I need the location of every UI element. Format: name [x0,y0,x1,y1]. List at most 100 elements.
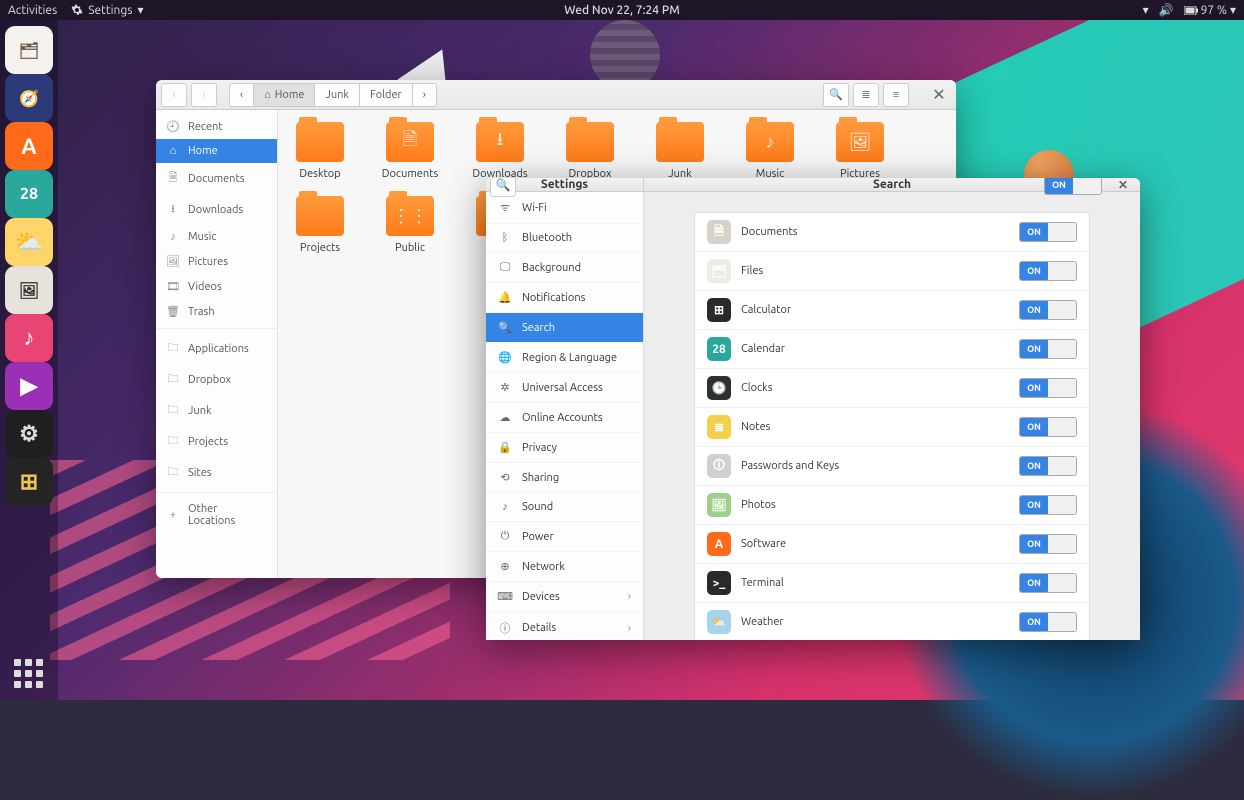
close-button[interactable]: ✕ [927,85,951,104]
dock-calendar[interactable]: 28 [5,170,53,218]
provider-toggle[interactable]: ON [1019,573,1077,593]
folder-junk[interactable]: Junk [650,122,710,180]
settings-nav-devices[interactable]: ⌨Devices› [486,582,643,612]
provider-toggle[interactable]: ON [1019,456,1077,476]
dock-music[interactable]: ♪ [5,314,53,362]
sidebar-item-label: Junk [188,405,212,417]
dock-photos[interactable]: 🖼 [5,266,53,314]
notifications-icon: 🔔 [498,291,512,304]
app-icon: 🛈 [707,454,731,478]
settings-nav-region-language[interactable]: 🌐Region & Language [486,343,643,373]
dock-files[interactable]: 🗂 [5,26,53,74]
clock[interactable]: Wed Nov 22, 7:24 PM [564,4,679,17]
dock-calculator[interactable]: ⊞ [5,458,53,506]
settings-nav-wi-fi[interactable]: ᯤWi-Fi [486,192,643,224]
provider-toggle[interactable]: ON [1019,612,1077,632]
settings-nav-background[interactable]: 🖵Background [486,253,643,283]
provider-toggle[interactable]: ON [1019,300,1077,320]
provider-toggle[interactable]: ON [1019,417,1077,437]
breadcrumb-forward[interactable]: › [413,84,436,106]
app-name-label: Weather [741,616,1009,628]
settings-nav-details[interactable]: ⓘDetails› [486,612,643,640]
folder-pictures[interactable]: 🖼Pictures [830,122,890,180]
folder-music[interactable]: ♪Music [740,122,800,180]
folder-icon: 🗎 [386,122,434,162]
settings-nav-sound[interactable]: ♪Sound [486,493,643,522]
settings-nav-bluetooth[interactable]: ᛒBluetooth [486,224,643,253]
settings-nav-privacy[interactable]: 🔒Privacy [486,433,643,463]
search-provider-row: ≣ Notes ON [695,408,1089,447]
search-master-toggle[interactable]: ON [1044,178,1102,195]
forward-button[interactable]: › [191,83,217,107]
breadcrumb-folder[interactable]: Folder [360,84,413,106]
settings-panel-title: Search [873,178,911,191]
battery-indicator[interactable]: 97 % ▾ [1184,3,1236,17]
sidebar-item-videos[interactable]: 🎞Videos [156,274,277,299]
background-icon: 🖵 [498,261,512,274]
folder-icon: 🗑 [166,305,180,318]
sidebar-item-applications[interactable]: 🗀Applications [156,333,277,364]
dock-software[interactable]: A [5,122,53,170]
privacy-icon: 🔒 [498,441,512,454]
view-list-button[interactable]: ≣ [853,83,879,107]
dock-videos[interactable]: ▶ [5,362,53,410]
sidebar-item-recent[interactable]: 🕘Recent [156,114,277,139]
gear-icon [71,4,83,16]
settings-nav-sharing[interactable]: ⟲Sharing [486,463,643,493]
folder-dropbox[interactable]: Dropbox [560,122,620,180]
sidebar-item-downloads[interactable]: ⭳Downloads [156,194,277,225]
folder-desktop[interactable]: Desktop [290,122,350,180]
app-name-label: Calendar [741,343,1009,355]
settings-nav-network[interactable]: ⊕Network [486,552,643,582]
sidebar-item-junk[interactable]: 🗀Junk [156,395,277,426]
settings-nav-search[interactable]: 🔍Search [486,313,643,343]
breadcrumb-junk[interactable]: Junk [315,84,360,106]
provider-toggle[interactable]: ON [1019,378,1077,398]
dock-settings[interactable]: ⚙ [5,410,53,458]
sidebar-item-dropbox[interactable]: 🗀Dropbox [156,364,277,395]
details-icon: ⓘ [498,620,512,636]
nav-label: Network [522,561,565,573]
provider-toggle[interactable]: ON [1019,534,1077,554]
provider-toggle[interactable]: ON [1019,261,1077,281]
breadcrumb-back[interactable]: ‹ [230,84,254,106]
folder-public[interactable]: ⋮⋮Public [380,196,440,254]
folder-projects[interactable]: Projects [290,196,350,254]
app-icon: ≣ [707,415,731,439]
sidebar-item-documents[interactable]: 🗎Documents [156,163,277,194]
provider-toggle[interactable]: ON [1019,495,1077,515]
provider-toggle[interactable]: ON [1019,222,1077,242]
provider-toggle[interactable]: ON [1019,339,1077,359]
activities-button[interactable]: Activities [8,4,57,17]
show-applications-button[interactable] [14,659,43,688]
app-menu[interactable]: Settings ▾ [71,3,143,17]
sidebar-item-trash[interactable]: 🗑Trash [156,299,277,324]
back-button[interactable]: ‹ [161,83,187,107]
search-button[interactable]: 🔍 [823,83,849,107]
devices-icon: ⌨ [498,590,512,603]
volume-icon[interactable]: 🔊 [1159,3,1174,17]
folder-documents[interactable]: 🗎Documents [380,122,440,180]
settings-nav-universal-access[interactable]: ✲Universal Access [486,373,643,403]
sidebar-item-pictures[interactable]: 🖼Pictures [156,249,277,274]
sidebar-item-other-locations[interactable]: +Other Locations [156,497,277,533]
folder-downloads[interactable]: ⭳Downloads [470,122,530,180]
app-icon: 🕒 [707,376,731,400]
search-provider-row: 🛈 Passwords and Keys ON [695,447,1089,486]
dock-weather[interactable]: ⛅ [5,218,53,266]
files-headerbar: ‹ › ‹ ⌂ Home Junk Folder › 🔍 ≣ ≡ ✕ [156,80,956,110]
settings-nav-power[interactable]: ⏻Power [486,522,643,552]
sidebar-item-sites[interactable]: 🗀Sites [156,457,277,488]
sidebar-item-music[interactable]: ♪Music [156,225,277,249]
settings-nav-online-accounts[interactable]: ☁Online Accounts [486,403,643,433]
close-button[interactable]: ✕ [1112,178,1134,196]
menu-button[interactable]: ≡ [883,83,909,107]
sidebar-item-home[interactable]: ⌂Home [156,139,277,163]
dock-firefox[interactable]: 🧭 [5,74,53,122]
nav-label: Universal Access [522,382,603,394]
breadcrumb-home[interactable]: ⌂ Home [254,84,315,106]
sidebar-item-projects[interactable]: 🗀Projects [156,426,277,457]
settings-nav-notifications[interactable]: 🔔Notifications [486,283,643,313]
network-icon[interactable]: ▾ [1143,3,1149,17]
battery-icon [1184,6,1198,15]
